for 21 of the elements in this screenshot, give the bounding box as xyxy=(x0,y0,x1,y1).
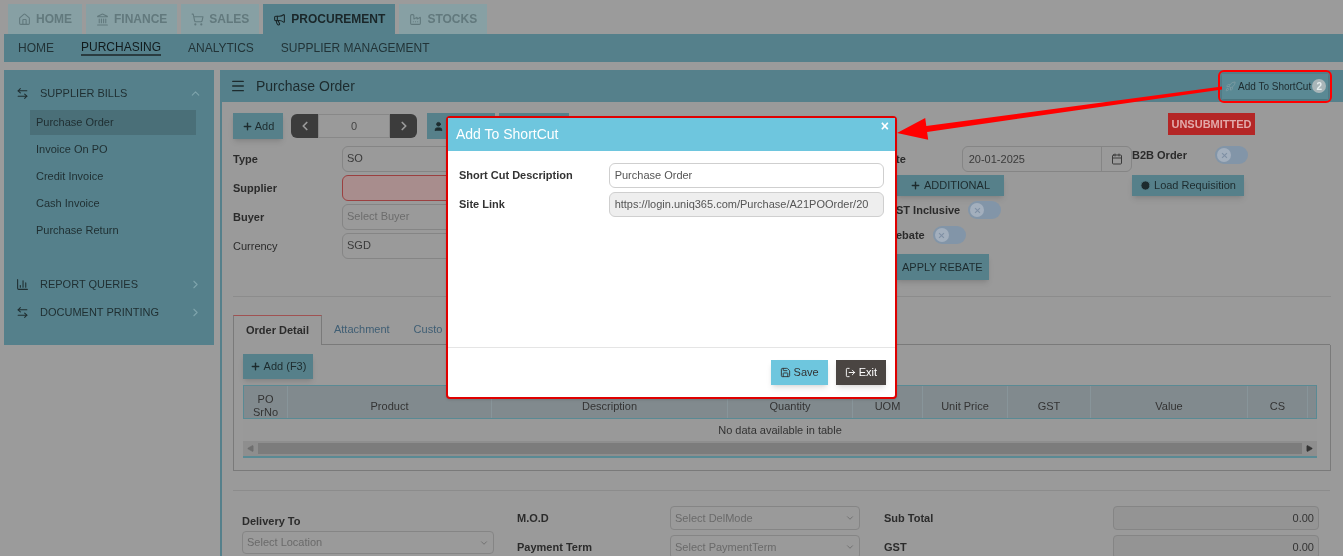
field-label: Site Link xyxy=(459,197,506,213)
field-label: GST xyxy=(884,539,908,555)
field-label: Short Cut Description xyxy=(459,168,574,184)
field-label: Buyer xyxy=(233,209,266,225)
field-label: Payment Term xyxy=(517,539,593,555)
toggle-label: ebate xyxy=(896,227,925,243)
field-label: Supplier xyxy=(233,180,278,196)
total-field: 0.00 xyxy=(1113,506,1319,530)
status-badge: UNSUBMITTED xyxy=(1168,113,1255,135)
field-label: Currency xyxy=(233,238,279,254)
toggle-label: ST Inclusive xyxy=(896,202,961,218)
panel-title: Purchase Order xyxy=(256,76,356,96)
field-label: M.O.D xyxy=(517,510,550,526)
dialog-title: Add To ShortCut xyxy=(456,125,559,144)
field-label: te xyxy=(896,151,907,167)
total-field: 0.00 xyxy=(1113,535,1319,556)
field-label: Type xyxy=(233,151,259,167)
field-label: Sub Total xyxy=(884,510,935,526)
toggle-label: B2B Order xyxy=(1132,148,1189,163)
field-label: Delivery To xyxy=(242,514,302,527)
count-badge: 2 xyxy=(1312,79,1327,93)
